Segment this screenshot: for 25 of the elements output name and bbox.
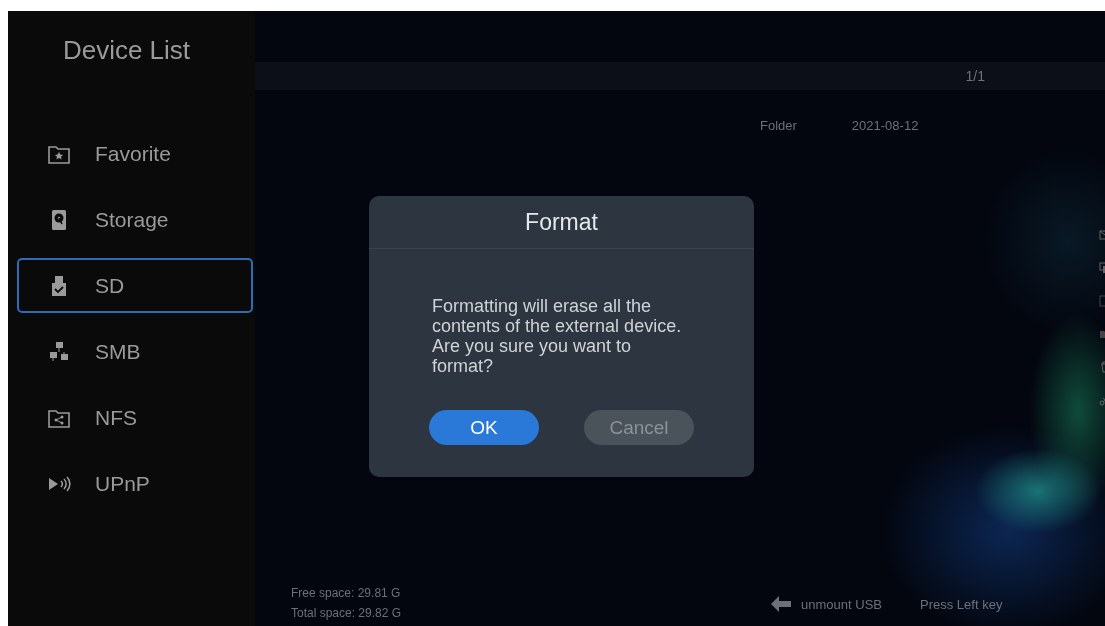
- sidebar-title: Device List: [61, 35, 192, 66]
- network-computers-icon: [47, 339, 71, 364]
- key-hint: Press Left key: [920, 596, 1003, 612]
- sidebar-item-label: Storage: [95, 207, 169, 232]
- sidebar-item-label: SD: [95, 273, 125, 298]
- page-counter: 1/1: [965, 68, 985, 84]
- sidebar-item-label: UPnP: [95, 471, 150, 496]
- file-date: 2021-08-12: [851, 118, 919, 133]
- sidebar-item[interactable]: UPnP: [17, 456, 253, 511]
- dialog-button[interactable]: OK: [429, 410, 539, 445]
- dialog-message: Formatting will erase all the contents of the external device. Are you sure you want to format?: [432, 296, 683, 376]
- key-hint: unmount USB: [801, 596, 882, 612]
- sidebar-item[interactable]: NFS: [17, 390, 253, 445]
- free-space-text: Free space: 29.81 G: [291, 586, 402, 600]
- sidebar-item-label: SMB: [95, 339, 141, 364]
- dialog-title: Format: [369, 196, 754, 249]
- file-type: Folder: [760, 118, 797, 133]
- sidebar-item-label: NFS: [95, 405, 137, 430]
- left-arrow-icon: [771, 596, 792, 612]
- sidebar-item[interactable]: Favorite: [17, 126, 253, 181]
- sidebar-item[interactable]: Storage: [17, 192, 253, 247]
- sidebar-item[interactable]: SMB: [17, 324, 253, 379]
- sidebar-item-label: Favorite: [95, 141, 171, 166]
- sidebar-item[interactable]: SD: [17, 258, 253, 313]
- total-space-text: Total space: 29.82 G: [291, 606, 402, 620]
